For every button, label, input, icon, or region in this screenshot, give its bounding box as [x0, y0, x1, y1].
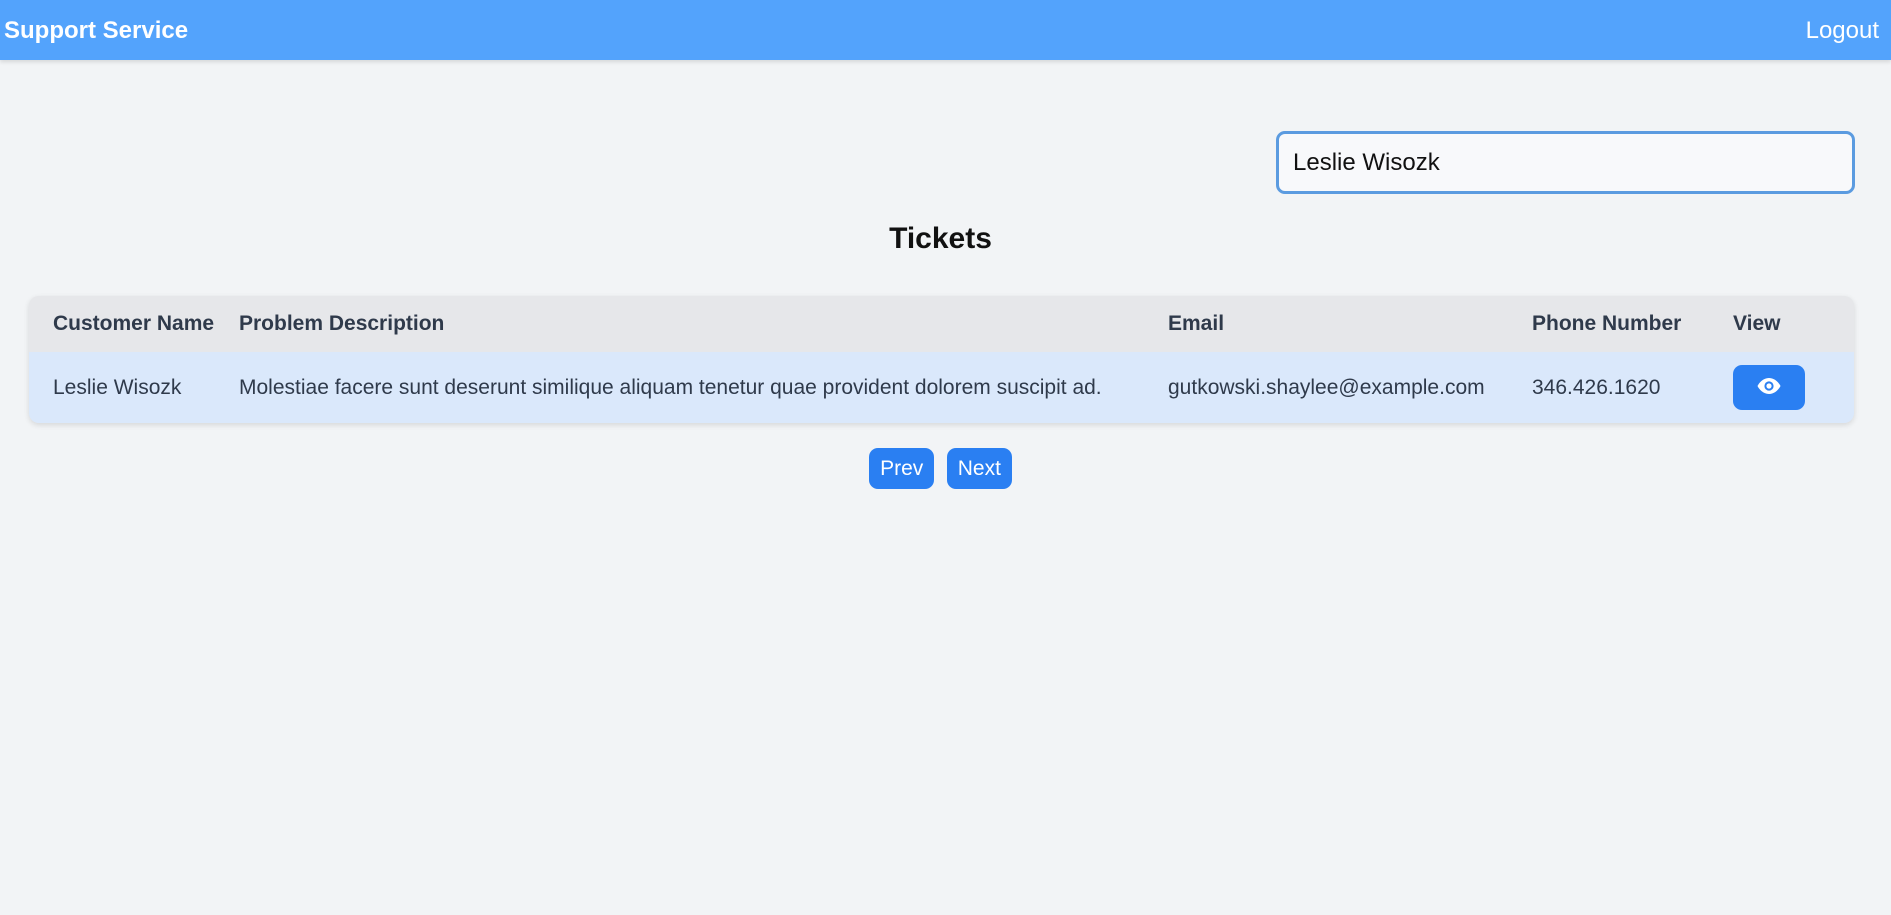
table-row: Leslie Wisozk Molestiae facere sunt dese…: [29, 352, 1854, 423]
column-header-phone-number: Phone Number: [1532, 312, 1682, 335]
cell-email: gutkowski.shaylee@example.com: [1168, 375, 1485, 399]
cell-customer-name: Leslie Wisozk: [53, 375, 182, 399]
prev-page-button[interactable]: Prev: [869, 448, 935, 489]
logout-link[interactable]: Logout: [1806, 0, 1879, 62]
top-navbar: Support Service Logout: [0, 0, 1891, 60]
view-ticket-button[interactable]: [1733, 365, 1805, 410]
column-header-email: Email: [1168, 312, 1225, 335]
cell-view: [1733, 352, 1854, 423]
eye-icon: [1757, 377, 1781, 398]
next-page-button[interactable]: Next: [946, 448, 1012, 489]
cell-phone-number: 346.426.1620: [1532, 375, 1661, 399]
page-title: Tickets: [889, 222, 992, 255]
column-header-problem-description: Problem Description: [239, 312, 445, 335]
cell-problem-description: Molestiae facere sunt deserunt similique…: [239, 375, 1102, 399]
pagination: Prev Next: [0, 448, 1881, 489]
table-header-row: Customer Name Problem Description Email …: [29, 296, 1854, 352]
app-title: Support Service: [4, 17, 189, 44]
column-header-view: View: [1733, 312, 1781, 335]
tickets-table: Customer Name Problem Description Email …: [29, 296, 1854, 423]
search-input[interactable]: [1276, 131, 1855, 194]
column-header-customer-name: Customer Name: [53, 312, 215, 335]
